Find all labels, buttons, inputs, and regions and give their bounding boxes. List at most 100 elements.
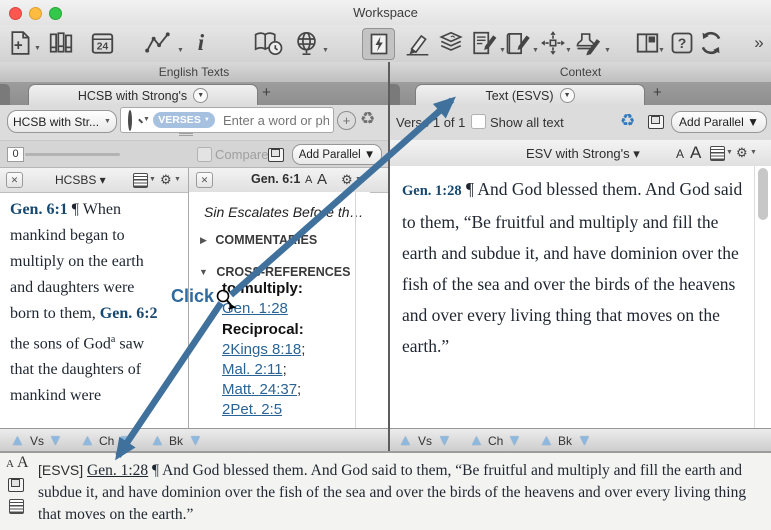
verse-ref[interactable]: Gen. 1:28: [402, 183, 462, 199]
book-up-icon[interactable]: ▲: [539, 433, 554, 448]
crossref-link[interactable]: Matt. 24:37;: [222, 381, 301, 398]
history-counter[interactable]: 0: [7, 147, 24, 162]
book-down-icon[interactable]: ▼: [188, 433, 203, 448]
graph-icon[interactable]: [140, 28, 176, 58]
resize-grip[interactable]: [179, 133, 193, 134]
verse-up-icon[interactable]: ▲: [398, 433, 413, 448]
history-slider[interactable]: [25, 153, 120, 156]
add-parallel-button-left[interactable]: Add Parallel ▼: [292, 144, 382, 165]
separate-window-icon[interactable]: [648, 115, 664, 129]
esv-verse-text[interactable]: Gen. 1:28 ¶ And God blessed them. And Go…: [402, 174, 754, 362]
separate-window-icon[interactable]: [8, 478, 24, 492]
ch-label: Ch: [99, 434, 114, 448]
display-menu-icon[interactable]: [133, 173, 148, 188]
gear-icon[interactable]: ⚙: [341, 173, 353, 186]
section-title[interactable]: Sin Escalates Before th…: [204, 204, 364, 220]
verse-down-icon[interactable]: ▼: [437, 433, 452, 448]
compare-label: Compare: [215, 147, 268, 162]
left-new-tab-button[interactable]: +: [262, 84, 271, 101]
reciprocal-head: Reciprocal:: [222, 321, 304, 338]
right-partial-tab[interactable]: [390, 84, 400, 105]
crossref-link-gen128[interactable]: Gen. 1:28: [222, 300, 288, 317]
instant-details-text: [ESVS] Gen. 1:28 ¶ And God blessed them.…: [38, 459, 764, 526]
font-smaller-button[interactable]: A: [6, 458, 14, 470]
disclosure-triangle-icon[interactable]: ▶: [200, 235, 207, 245]
library-icon[interactable]: [44, 28, 78, 58]
svg-text:?: ?: [678, 35, 687, 51]
main-toolbar: ▼ 24 ▼ i ▼ ▼ ▼: [0, 25, 771, 63]
left-search-row: HCSB with Str... ▼ ▼ VERSES ▼ + ♻: [0, 105, 388, 140]
font-larger-button[interactable]: A: [17, 454, 29, 472]
scrollbar-thumb[interactable]: [758, 168, 768, 220]
stamp-icon[interactable]: [571, 28, 605, 58]
gear-icon[interactable]: ⚙: [160, 173, 172, 186]
text-selector-button[interactable]: HCSB with Str... ▼: [7, 110, 117, 133]
font-smaller-button[interactable]: A: [676, 147, 684, 161]
help-icon[interactable]: ?: [670, 28, 694, 58]
more-icon[interactable]: »: [750, 28, 768, 58]
chapter-up-icon[interactable]: ▲: [469, 433, 484, 448]
right-column-title[interactable]: ESV with Strong's ▾: [526, 146, 640, 162]
amplify-icon[interactable]: [362, 28, 395, 60]
verse-ref[interactable]: Gen. 6:1: [10, 201, 68, 218]
tab-text-esvs[interactable]: Text (ESVS) ▼: [415, 84, 645, 106]
font-larger-button[interactable]: A: [317, 171, 327, 188]
commentaries-group[interactable]: ▶ COMMENTARIES: [200, 231, 317, 249]
tab-dropdown-icon[interactable]: ▼: [560, 88, 575, 103]
highlight-icon[interactable]: [401, 28, 433, 58]
daily-reading-icon[interactable]: 24: [86, 28, 118, 58]
chapter-down-icon[interactable]: ▼: [507, 433, 522, 448]
book-up-icon[interactable]: ▲: [150, 433, 165, 448]
search-field[interactable]: ▼ VERSES ▼: [120, 107, 334, 133]
show-all-text-checkbox[interactable]: [471, 114, 486, 129]
crossref-link[interactable]: Mal. 2:11;: [222, 361, 287, 378]
crossref-link[interactable]: 2Kings 8:18;: [222, 341, 305, 358]
refresh-icon-blue[interactable]: ♻: [620, 112, 635, 129]
add-parallel-button-right[interactable]: Add Parallel ▼: [671, 111, 767, 133]
separate-window-icon[interactable]: [268, 148, 284, 162]
chapter-down-icon[interactable]: ▼: [118, 433, 133, 448]
search-scope-pill[interactable]: VERSES ▼: [153, 112, 215, 128]
stack-icon[interactable]: [436, 28, 466, 58]
verse-counter: Verse 1 of 1: [396, 115, 465, 130]
verse-up-icon[interactable]: ▲: [10, 433, 25, 448]
display-menu-icon[interactable]: [9, 499, 24, 514]
left-partial-tab[interactable]: [0, 84, 10, 105]
close-icon[interactable]: ✕: [6, 172, 23, 188]
right-new-tab-button[interactable]: +: [653, 84, 662, 101]
vs-label: Vs: [30, 434, 44, 448]
ch-label: Ch: [488, 434, 503, 448]
left-tab-bar: HCSB with Strong's ▼ +: [0, 82, 388, 105]
arrange-icon[interactable]: [539, 28, 567, 58]
vs-label: Vs: [418, 434, 432, 448]
crossrefs-group[interactable]: ▼ CROSS-REFERENCES: [199, 263, 350, 281]
disclosure-triangle-icon[interactable]: ▼: [199, 267, 208, 277]
edit-icon[interactable]: [503, 28, 534, 58]
gear-icon[interactable]: ⚙: [736, 146, 748, 159]
user-notes-icon[interactable]: [468, 28, 500, 58]
column1-title[interactable]: HCSBS ▾: [55, 173, 106, 187]
refresh-icon-gray[interactable]: ♻: [360, 110, 375, 127]
add-search-icon[interactable]: +: [337, 111, 356, 130]
info-icon[interactable]: i: [192, 28, 210, 58]
crossref-link[interactable]: 2Pet. 2:5: [222, 401, 282, 418]
search-icon[interactable]: [128, 110, 132, 131]
display-menu-icon[interactable]: [710, 146, 725, 161]
map-icon[interactable]: [291, 28, 321, 58]
search-input[interactable]: [221, 110, 331, 130]
close-icon[interactable]: ✕: [196, 172, 213, 188]
search-options-caret-icon[interactable]: ▼: [143, 116, 150, 123]
new-tab-icon[interactable]: [6, 28, 36, 58]
hcsbs-verse-text[interactable]: Gen. 6:1 ¶ When mankind began to multipl…: [10, 197, 164, 409]
font-larger-button[interactable]: A: [690, 143, 701, 163]
tab-dropdown-icon[interactable]: ▼: [193, 88, 208, 103]
chapter-up-icon[interactable]: ▲: [80, 433, 95, 448]
sync-icon[interactable]: [696, 28, 726, 58]
verse-down-icon[interactable]: ▼: [48, 433, 63, 448]
verse-ref[interactable]: Gen. 6:2: [100, 305, 158, 322]
book-down-icon[interactable]: ▼: [577, 433, 592, 448]
font-smaller-button[interactable]: A: [305, 174, 312, 186]
atlas-icon[interactable]: [250, 28, 286, 58]
compare-checkbox[interactable]: [197, 147, 212, 162]
tab-hcsb-with-strongs[interactable]: HCSB with Strong's ▼: [28, 84, 258, 106]
